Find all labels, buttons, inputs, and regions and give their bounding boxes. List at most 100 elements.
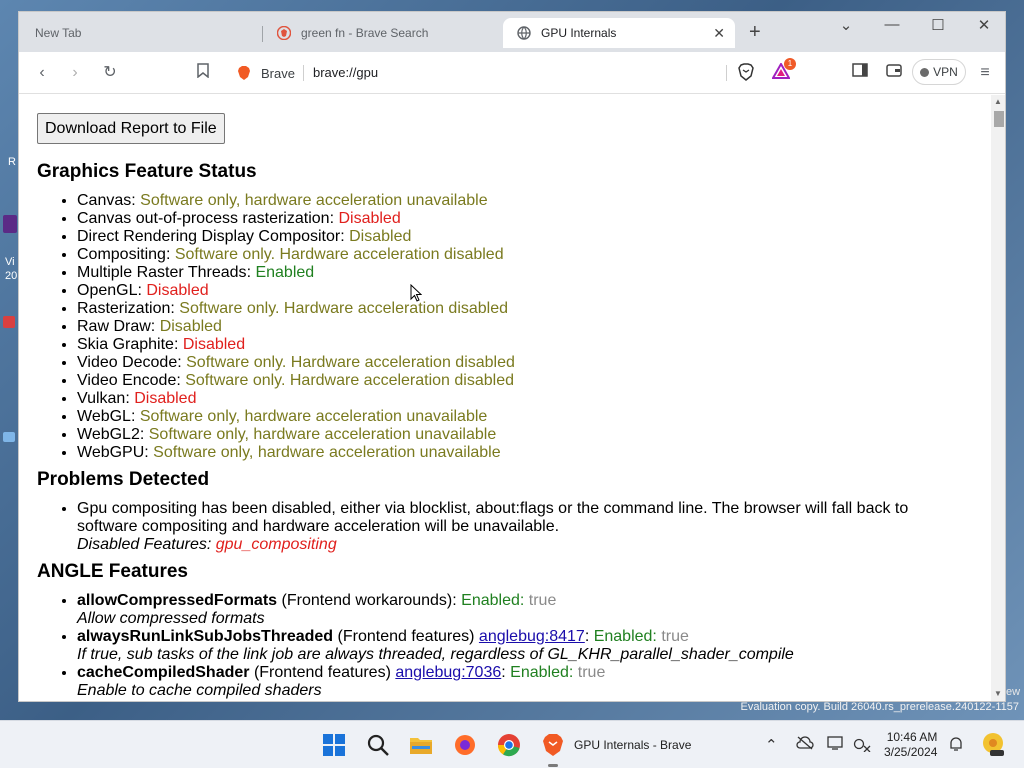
tab-brave-search[interactable]: green fn - Brave Search (263, 18, 503, 48)
angle-feature-value: true (595, 700, 623, 701)
angle-bug-link[interactable]: anglebug:7036 (395, 664, 501, 681)
desktop-app-icon[interactable] (3, 432, 15, 442)
vpn-button[interactable]: VPN (912, 59, 966, 85)
active-window-label[interactable]: GPU Internals - Brave (574, 738, 691, 752)
clock-date: 3/25/2024 (884, 745, 938, 759)
brave-shields-icon[interactable] (735, 63, 757, 83)
tab-title: New Tab (35, 26, 82, 40)
scrollbar-thumb[interactable] (994, 111, 1004, 127)
desktop-app-icon[interactable] (3, 215, 17, 233)
chevron-down-icon[interactable]: ⌄ (831, 16, 861, 34)
tab-title: green fn - Brave Search (301, 26, 429, 40)
reload-icon[interactable]: ↻ (99, 63, 121, 83)
system-clock[interactable]: 10:46 AM 3/25/2024 (884, 730, 937, 760)
feature-name: WebGL2 (77, 426, 140, 443)
feature-name: OpenGL (77, 282, 138, 299)
address-bar[interactable]: Brave brave://gpu (229, 57, 799, 89)
angle-feature-description: If true, sub tasks of the link job are a… (77, 646, 794, 663)
watermark-fragment: ew (1006, 686, 1021, 698)
feature-name: WebGL (77, 408, 131, 425)
file-explorer-icon[interactable] (409, 733, 433, 757)
angle-bug-link[interactable]: anglebug:8297 (412, 700, 518, 701)
angle-feature-item: compileJobIsThreadSafe (Frontend feature… (77, 700, 977, 701)
graphics-feature-status-heading: Graphics Feature Status (37, 161, 257, 182)
angle-feature-state: Enabled: (593, 628, 657, 645)
back-arrow-icon[interactable]: ‹ (31, 63, 53, 83)
feature-name: Canvas out-of-process rasterization (77, 210, 330, 227)
bookmark-icon[interactable] (192, 63, 214, 83)
angle-feature-item: allowCompressedFormats (Frontend workaro… (77, 592, 977, 628)
tab-gpu-internals[interactable]: GPU Internals ✕ (503, 18, 735, 48)
feature-status-value: Disabled (146, 282, 209, 299)
browser-window: New Tab green fn - Brave Search GPU Inte… (18, 11, 1006, 702)
maximize-icon[interactable]: ☐ (923, 16, 953, 34)
tab-new-tab[interactable]: New Tab (21, 18, 261, 48)
feature-status-value: Disabled (134, 390, 197, 407)
download-report-button[interactable]: Download Report to File (37, 113, 225, 144)
disabled-features-label: Disabled Features: (77, 536, 212, 553)
forward-arrow-icon[interactable]: › (64, 63, 86, 83)
display-icon[interactable] (827, 736, 845, 754)
chrome-icon[interactable] (497, 733, 521, 757)
scroll-down-icon[interactable]: ▼ (994, 689, 1002, 698)
url-text[interactable]: brave://gpu (313, 65, 378, 80)
angle-feature-name: cacheCompiledShader (77, 664, 250, 681)
angle-features-heading: ANGLE Features (37, 561, 188, 582)
angle-feature-category: (Frontend features) (253, 664, 391, 681)
feature-status-item: WebGL2: Software only, hardware accelera… (77, 426, 977, 444)
angle-feature-value: true (528, 592, 557, 609)
feature-status-item: Video Decode: Software only. Hardware ac… (77, 354, 977, 372)
angle-feature-state: Enabled: (461, 592, 525, 609)
navigation-toolbar: ‹ › ↻ Brave brave://gpu 1 VPN ≡ (19, 52, 1005, 94)
chevron-up-icon[interactable]: ⌃ (765, 736, 778, 754)
angle-feature-name: allowCompressedFormats (77, 592, 278, 609)
search-icon[interactable] (366, 733, 390, 757)
feature-name: Multiple Raster Threads (77, 264, 247, 281)
firefox-icon[interactable] (453, 733, 477, 757)
feature-status-value: Software only, hardware acceleration una… (148, 426, 497, 443)
feature-name: Skia Graphite (77, 336, 174, 353)
site-identity-chip[interactable]: Brave (237, 65, 295, 81)
desktop-icon-label: R (8, 156, 16, 168)
feature-status-item: WebGPU: Software only, hardware accelera… (77, 444, 977, 462)
window-close-icon[interactable]: ✕ (969, 16, 999, 34)
feature-name: Video Decode (77, 354, 178, 371)
feature-status-value: Software only. Hardware acceleration dis… (174, 246, 504, 263)
feature-status-item: Multiple Raster Threads: Enabled (77, 264, 977, 282)
feature-status-value: Disabled (338, 210, 401, 227)
page-scrollbar[interactable]: ▲ ▼ (991, 95, 1005, 701)
desktop-app-icon[interactable] (3, 316, 15, 328)
sidebar-toggle-icon[interactable] (849, 63, 871, 83)
angle-feature-state: Enabled: (527, 700, 590, 701)
angle-feature-description: Allow compressed formats (77, 610, 265, 627)
brave-taskbar-icon[interactable] (542, 733, 566, 757)
close-tab-icon[interactable]: ✕ (713, 25, 725, 42)
evaluation-watermark: Evaluation copy. Build 26040.rs_prerelea… (740, 701, 1019, 713)
feature-name: Compositing (77, 246, 166, 263)
minimize-icon[interactable]: — (877, 16, 907, 33)
wallet-icon[interactable] (883, 63, 905, 83)
new-tab-button[interactable]: + (749, 22, 761, 42)
feature-name: Vulkan (77, 390, 126, 407)
angle-bug-link[interactable]: anglebug:8417 (479, 628, 585, 645)
notification-bell-icon[interactable] (948, 736, 964, 756)
windows-start-icon[interactable] (322, 733, 346, 757)
cloud-offline-icon[interactable] (796, 736, 814, 754)
desktop-icon-label: 20 (5, 270, 18, 282)
tab-strip: New Tab green fn - Brave Search GPU Inte… (19, 12, 1005, 52)
problem-text: Gpu compositing has been disabled, eithe… (77, 500, 909, 535)
problems-detected-heading: Problems Detected (37, 469, 210, 490)
copilot-pre-icon[interactable] (981, 731, 1005, 761)
problem-item: Gpu compositing has been disabled, eithe… (77, 500, 957, 554)
angle-feature-value: true (661, 628, 689, 645)
angle-feature-state: Enabled: (510, 664, 574, 681)
vpn-label: VPN (933, 65, 958, 79)
clock-time: 10:46 AM (886, 730, 938, 744)
brave-label: Brave (261, 65, 295, 81)
angle-feature-category: (Frontend workarounds): (281, 592, 457, 609)
scroll-up-icon[interactable]: ▲ (994, 97, 1002, 106)
feature-status-value: Software only. Hardware acceleration dis… (179, 300, 509, 317)
menu-hamburger-icon[interactable]: ≡ (974, 63, 996, 83)
brave-lion-icon (237, 65, 253, 81)
network-icon[interactable] (853, 736, 871, 756)
